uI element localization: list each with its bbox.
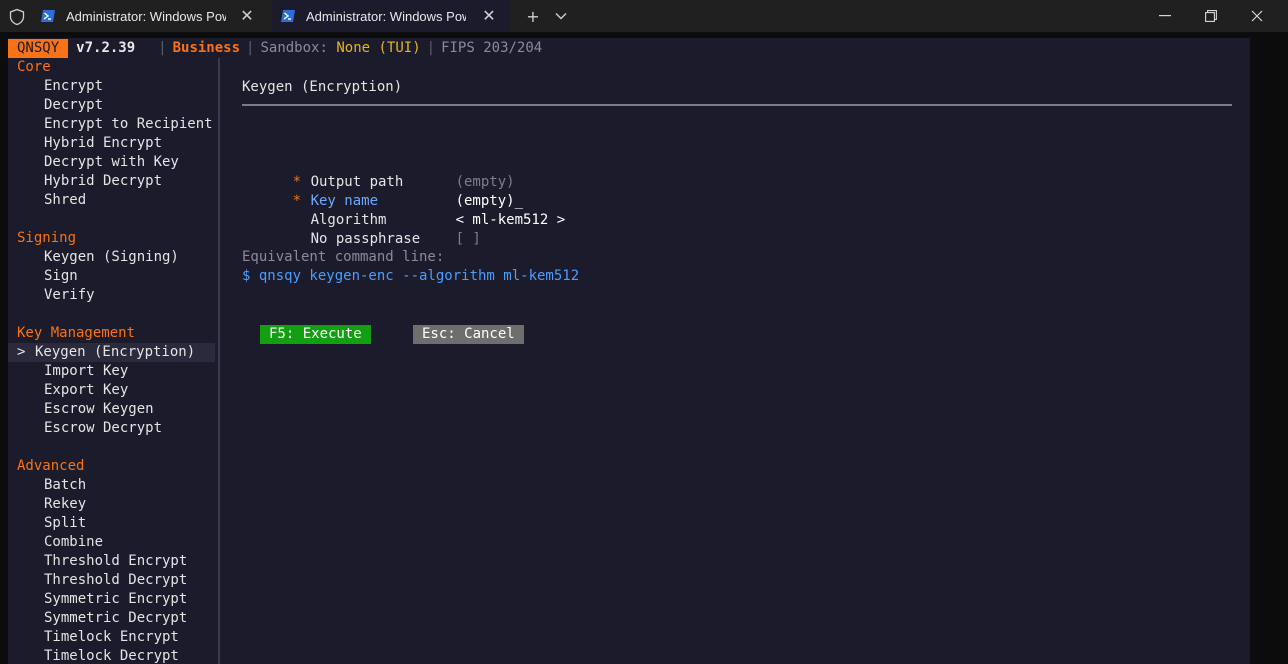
section-advanced: Advanced xyxy=(17,458,85,474)
menu-item-symmetric-decrypt[interactable]: Symmetric Decrypt xyxy=(17,609,215,628)
close-window-button[interactable] xyxy=(1234,0,1280,32)
form-panel: Keygen (Encryption) * Output path (empty) … xyxy=(242,58,1232,658)
menu-item-rekey[interactable]: Rekey xyxy=(17,495,215,514)
execute-button[interactable]: F5: Execute xyxy=(260,325,371,344)
menu-item-encrypt-to-recipient[interactable]: Encrypt to Recipient xyxy=(17,115,215,134)
field-output-path[interactable]: * Output path (empty) xyxy=(242,154,515,190)
sandbox-label: Sandbox: xyxy=(260,40,328,56)
command-line: $ qnsqy keygen-enc --algorithm ml-kem512 xyxy=(242,268,580,284)
field-key-name[interactable]: * Key name (empty)_ xyxy=(242,173,523,209)
menu-item-export-key[interactable]: Export Key xyxy=(17,381,215,400)
selection-caret: > xyxy=(17,344,26,360)
app-version: v7.2.39 xyxy=(76,40,136,56)
menu-item-shred[interactable]: Shred xyxy=(17,191,215,210)
menu-item-combine[interactable]: Combine xyxy=(17,533,215,552)
menu-item-escrow-keygen[interactable]: Escrow Keygen xyxy=(17,400,215,419)
tab-title: Administrator: Windows PowerShell xyxy=(66,8,226,24)
menu-item-escrow-decrypt[interactable]: Escrow Decrypt xyxy=(17,419,215,438)
new-tab-button[interactable]: + xyxy=(520,0,546,32)
menu-item-timelock-encrypt[interactable]: Timelock Encrypt xyxy=(17,628,215,647)
tab-title: Administrator: Windows PowerShell xyxy=(306,8,466,24)
sidebar-menu: Core Encrypt Decrypt Encrypt to Recipien… xyxy=(8,58,220,664)
menu-item-timelock-decrypt[interactable]: Timelock Decrypt xyxy=(17,647,215,664)
tab-close-icon[interactable]: ✕ xyxy=(482,6,496,26)
field-algorithm[interactable]: Algorithm < ml-kem512 > xyxy=(242,192,566,228)
terminal[interactable]: QNSQY v7.2.39 | Business | Sandbox: None… xyxy=(8,38,1250,664)
menu-item-batch[interactable]: Batch xyxy=(17,476,215,495)
section-key-management: Key Management xyxy=(17,325,136,341)
separator: | xyxy=(246,40,255,56)
shield-icon xyxy=(9,8,25,26)
app-logo: QNSQY xyxy=(8,38,69,58)
menu-item-threshold-decrypt[interactable]: Threshold Decrypt xyxy=(17,571,215,590)
tab-dropdown-button[interactable] xyxy=(548,0,574,32)
tab-powershell-1[interactable]: Administrator: Windows PowerShell ✕ xyxy=(32,0,268,32)
form-title: Keygen (Encryption) xyxy=(242,79,403,95)
section-signing: Signing xyxy=(17,230,77,246)
menu-item-symmetric-encrypt[interactable]: Symmetric Encrypt xyxy=(17,590,215,609)
sandbox-value: None (TUI) xyxy=(336,40,421,56)
field-label: No passphrase xyxy=(310,231,421,247)
menu-item-hybrid-decrypt[interactable]: Hybrid Decrypt xyxy=(17,172,215,191)
minimize-icon xyxy=(1159,15,1171,17)
menu-item-encrypt[interactable]: Encrypt xyxy=(17,77,215,96)
close-icon xyxy=(1251,10,1263,22)
menu-item-verify[interactable]: Verify xyxy=(17,286,215,305)
menu-item-hybrid-encrypt[interactable]: Hybrid Encrypt xyxy=(17,134,215,153)
edition-label: Business xyxy=(172,40,241,56)
divider xyxy=(242,104,1232,106)
title-bar: Administrator: Windows PowerShell ✕ Admi… xyxy=(0,0,1288,32)
powershell-icon xyxy=(281,10,295,22)
chevron-down-icon xyxy=(555,13,567,20)
status-bar: QNSQY v7.2.39 | Business | Sandbox: None… xyxy=(8,38,1250,58)
menu-item-keygen-encryption[interactable]: > Keygen (Encryption) xyxy=(8,343,215,362)
cancel-button[interactable]: Esc: Cancel xyxy=(413,325,524,344)
menu-item-split[interactable]: Split xyxy=(17,514,215,533)
menu-item-sign[interactable]: Sign xyxy=(17,267,215,286)
separator: | xyxy=(158,40,167,56)
menu-item-threshold-encrypt[interactable]: Threshold Encrypt xyxy=(17,552,215,571)
section-core: Core xyxy=(17,59,51,75)
tab-powershell-2[interactable]: Administrator: Windows PowerShell ✕ xyxy=(272,0,510,32)
field-no-passphrase[interactable]: No passphrase [ ] xyxy=(242,211,481,247)
restore-button[interactable] xyxy=(1188,0,1234,32)
menu-item-keygen-signing[interactable]: Keygen (Signing) xyxy=(17,248,215,267)
separator: | xyxy=(426,40,436,56)
passphrase-checkbox[interactable]: [ ] xyxy=(456,231,481,247)
menu-item-decrypt-with-key[interactable]: Decrypt with Key xyxy=(17,153,215,172)
tab-close-icon[interactable]: ✕ xyxy=(240,6,254,26)
fips-label: FIPS 203/204 xyxy=(441,40,543,56)
restore-icon xyxy=(1205,10,1217,22)
menu-item-import-key[interactable]: Import Key xyxy=(17,362,215,381)
menu-item-decrypt[interactable]: Decrypt xyxy=(17,96,215,115)
command-label: Equivalent command line: xyxy=(242,249,445,265)
powershell-icon xyxy=(41,10,55,22)
minimize-button[interactable] xyxy=(1142,0,1188,32)
